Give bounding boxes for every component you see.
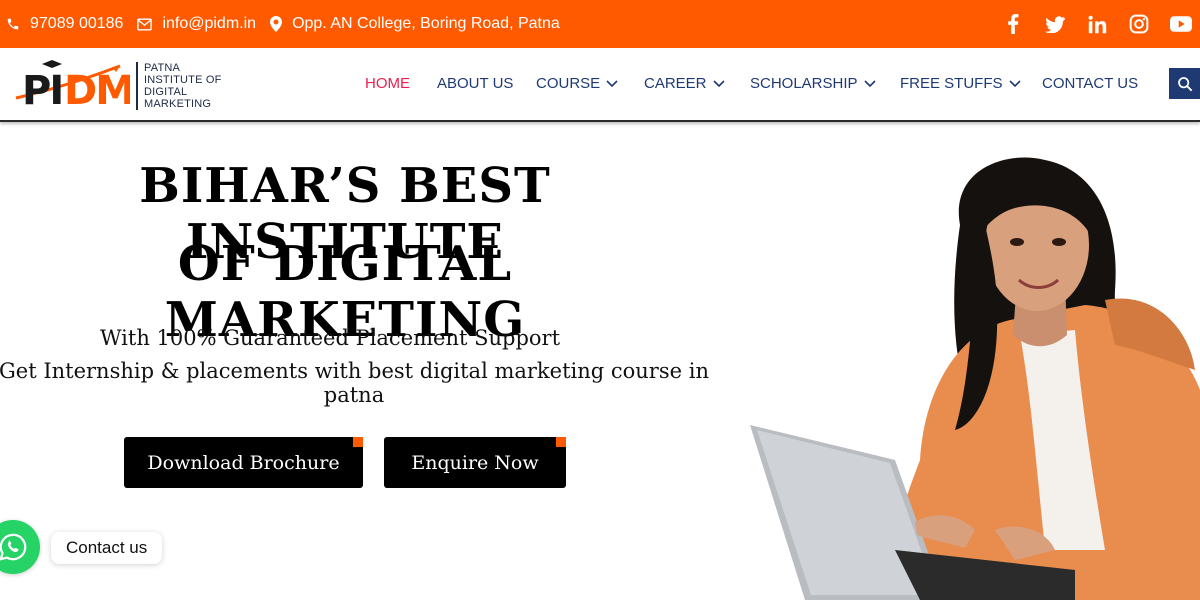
whatsapp-button[interactable] bbox=[0, 520, 40, 574]
phone-icon bbox=[7, 18, 19, 30]
whatsapp-contact-label[interactable]: Contact us bbox=[51, 532, 163, 564]
nav-career-label: CAREER bbox=[644, 75, 707, 92]
search-icon bbox=[1177, 76, 1192, 91]
phone-text: 97089 00186 bbox=[30, 15, 124, 32]
pidm-logo[interactable]: PI DM PATNA INSTITUTE OF DIGITAL MARKETI… bbox=[12, 56, 242, 112]
phone-contact[interactable]: 97089 00186 bbox=[6, 15, 123, 33]
enquire-now-label: Enquire Now bbox=[411, 451, 539, 474]
main-header: PI DM PATNA INSTITUTE OF DIGITAL MARKETI… bbox=[0, 48, 1200, 122]
map-pin-icon bbox=[270, 16, 283, 32]
nav-contact-label: CONTACT US bbox=[1042, 75, 1139, 92]
address-text: Opp. AN College, Boring Road, Patna bbox=[292, 15, 560, 32]
logo-tagline: PATNA INSTITUTE OF DIGITAL MARKETING bbox=[136, 62, 242, 110]
whatsapp-icon bbox=[0, 533, 27, 561]
top-contact-bar: 97089 00186 info@pidm.in Opp. AN College… bbox=[0, 0, 1200, 48]
nav-about-us[interactable]: ABOUT US bbox=[437, 75, 513, 92]
chevron-down-icon bbox=[712, 79, 725, 87]
social-links bbox=[1002, 0, 1192, 48]
button-corner-accent bbox=[353, 437, 363, 447]
nav-about-label: ABOUT US bbox=[437, 75, 514, 92]
instagram-icon[interactable] bbox=[1128, 13, 1150, 35]
facebook-icon[interactable] bbox=[1002, 13, 1024, 35]
student-with-laptop-image bbox=[750, 157, 1200, 600]
nav-scholarship[interactable]: SCHOLARSHIP bbox=[750, 75, 876, 92]
email-text: info@pidm.in bbox=[162, 15, 257, 32]
nav-scholarship-label: SCHOLARSHIP bbox=[750, 75, 858, 92]
twitter-icon[interactable] bbox=[1044, 13, 1066, 35]
nav-course[interactable]: COURSE bbox=[536, 75, 618, 92]
hero-subtitle-2: Get Internship & placements with best di… bbox=[0, 359, 709, 407]
nav-contact-us[interactable]: CONTACT US bbox=[1042, 75, 1138, 92]
nav-course-label: COURSE bbox=[536, 75, 601, 92]
hero-subtitle-1: With 100% Guaranteed Placement Support bbox=[99, 326, 561, 350]
address-contact: Opp. AN College, Boring Road, Patna bbox=[270, 15, 560, 33]
whatsapp-label-text: Contact us bbox=[66, 538, 148, 557]
pidm-logo-mark: PI DM bbox=[15, 60, 130, 110]
chevron-down-icon bbox=[606, 79, 618, 87]
email-contact[interactable]: info@pidm.in bbox=[137, 15, 256, 33]
chevron-down-icon bbox=[1008, 79, 1021, 87]
nav-home-label: HOME bbox=[365, 75, 410, 92]
search-button[interactable] bbox=[1169, 68, 1200, 99]
nav-home[interactable]: HOME bbox=[365, 75, 410, 92]
svg-text:PI: PI bbox=[22, 68, 62, 110]
envelope-icon bbox=[137, 18, 153, 30]
nav-free-stuffs[interactable]: FREE STUFFS bbox=[900, 75, 1021, 92]
logo-line-2: INSTITUTE OF bbox=[144, 74, 222, 86]
download-brochure-button[interactable]: Download Brochure bbox=[124, 437, 363, 488]
logo-line-1: PATNA bbox=[144, 62, 181, 74]
nav-career[interactable]: CAREER bbox=[644, 75, 725, 92]
chevron-down-icon bbox=[863, 79, 876, 87]
youtube-icon[interactable] bbox=[1170, 13, 1192, 35]
button-corner-accent bbox=[556, 437, 566, 447]
svg-text:DM: DM bbox=[64, 68, 130, 110]
logo-line-3: DIGITAL MARKETING bbox=[144, 86, 212, 110]
download-brochure-label: Download Brochure bbox=[147, 451, 340, 474]
nav-free-stuffs-label: FREE STUFFS bbox=[900, 75, 1003, 92]
enquire-now-button[interactable]: Enquire Now bbox=[384, 437, 566, 488]
linkedin-icon[interactable] bbox=[1086, 13, 1108, 35]
